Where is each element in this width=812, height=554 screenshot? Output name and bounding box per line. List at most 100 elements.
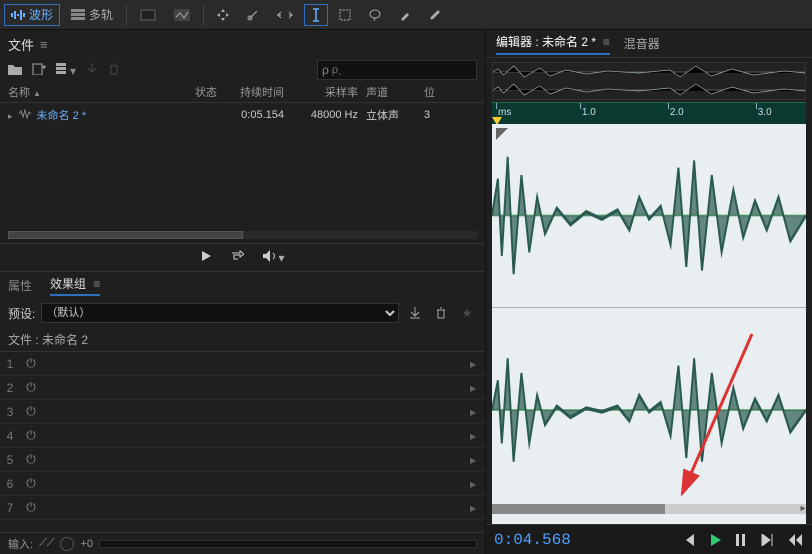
col-sample-rate[interactable]: 采样率	[292, 84, 366, 100]
go-start-button[interactable]	[682, 534, 696, 546]
scrollbar-thumb[interactable]	[492, 504, 665, 514]
autoplay-button[interactable]: ▾	[262, 250, 284, 265]
spectral-pitch-button[interactable]	[167, 4, 197, 26]
file-duration: 0:05.154	[226, 109, 292, 121]
fx-slot[interactable]: 4⏻▸	[0, 424, 485, 448]
col-bit-depth[interactable]: 位	[424, 84, 477, 100]
fx-slot-number: 5	[0, 453, 20, 467]
scroll-right-icon[interactable]: ▸	[798, 504, 806, 514]
marquee-tool-button[interactable]	[332, 4, 358, 26]
top-toolbar: 波形 多轨	[0, 0, 812, 30]
save-preset-icon[interactable]	[405, 303, 425, 323]
delete-preset-icon[interactable]	[431, 303, 451, 323]
power-icon[interactable]: ⏻	[20, 500, 42, 515]
go-end-button[interactable]	[760, 534, 774, 546]
move-icon	[217, 9, 229, 21]
gain-knob[interactable]	[60, 537, 74, 551]
waveform-display[interactable]: ◂ ▸	[492, 124, 806, 524]
razor-icon	[247, 9, 259, 21]
razor-tool-button[interactable]	[240, 4, 266, 26]
loop-button[interactable]	[230, 250, 244, 265]
input-label: 输入:	[8, 536, 33, 552]
file-row[interactable]: ▸未命名 2 * 0:05.154 48000 Hz 立体声 3	[8, 105, 477, 125]
favorite-preset-icon: ★	[457, 303, 477, 323]
fx-slot[interactable]: 1⏻ ▸	[0, 352, 485, 376]
brush-icon	[399, 9, 411, 21]
search-box[interactable]: ρ	[317, 60, 477, 80]
tab-editor-file: 未命名 2 *	[542, 35, 596, 49]
new-multitrack-icon[interactable]: ▾	[56, 63, 76, 78]
fx-slot[interactable]: 2⏻▸	[0, 376, 485, 400]
new-file-icon[interactable]	[32, 63, 46, 78]
search-icon: ρ	[322, 63, 329, 77]
scrollbar-thumb[interactable]	[8, 231, 243, 239]
multitrack-view-label: 多轨	[89, 6, 113, 23]
fx-slot[interactable]: 5⏻ ▸	[0, 448, 485, 472]
preset-row: 预设: （默认） ★	[0, 299, 485, 327]
chevron-right-icon[interactable]: ▸	[461, 381, 485, 395]
col-channels[interactable]: 声道	[366, 84, 424, 100]
main-area: 文件 ≡ ▾ ρ 名称 状态 持续时间 采样率 声道 位 ▸ 未命名 2 *	[0, 30, 812, 554]
chevron-right-icon[interactable]: ▸	[461, 477, 485, 491]
tab-effects-label: 效果组	[50, 277, 86, 291]
col-name[interactable]: 名称	[8, 84, 186, 100]
tab-editor[interactable]: 编辑器 : 未命名 2 * ≡	[496, 33, 610, 55]
pause-button[interactable]	[736, 534, 746, 546]
editor-hscroll[interactable]: ◂ ▸	[492, 504, 806, 514]
col-status[interactable]: 状态	[186, 84, 226, 100]
power-icon[interactable]: ⏻	[20, 404, 42, 419]
preset-select[interactable]: （默认）	[41, 303, 399, 323]
multitrack-view-button[interactable]: 多轨	[64, 4, 120, 26]
slip-tool-button[interactable]	[270, 4, 300, 26]
power-icon[interactable]: ⏻	[20, 428, 42, 443]
tab-properties[interactable]: 属性	[8, 277, 32, 294]
pitch-icon	[174, 9, 190, 21]
fx-slot[interactable]: 7⏻ ▸	[0, 496, 485, 520]
fx-slot-number: 1	[0, 357, 20, 371]
waveform-view-label: 波形	[29, 6, 53, 23]
ibeam-icon	[311, 8, 321, 22]
fx-slot-number: 7	[0, 501, 20, 515]
transport-bar: 0:04.568	[486, 524, 812, 554]
files-panel-title: 文件	[8, 35, 34, 54]
play-button[interactable]	[200, 250, 212, 265]
tab-mixer[interactable]: 混音器	[624, 35, 660, 52]
marquee-icon	[339, 9, 351, 21]
fx-slot[interactable]: 3⏻▸	[0, 400, 485, 424]
time-select-tool-button[interactable]	[304, 4, 328, 26]
chevron-right-icon[interactable]: ▸	[461, 405, 485, 419]
play-button[interactable]	[710, 533, 722, 547]
chevron-right-icon[interactable]: ▸	[461, 453, 485, 467]
fx-slot[interactable]: 6⏻ ▸	[0, 472, 485, 496]
move-tool-button[interactable]	[210, 4, 236, 26]
time-ruler[interactable]: ms 1.0 2.0 3.0	[492, 102, 806, 124]
panel-menu-icon[interactable]: ≡	[93, 277, 100, 291]
heal-tool-button[interactable]	[422, 4, 448, 26]
open-file-icon[interactable]	[8, 63, 22, 78]
brush-tool-button[interactable]	[392, 4, 418, 26]
chevron-right-icon[interactable]: ▸	[461, 501, 485, 515]
power-icon[interactable]: ⏻	[20, 452, 42, 467]
panel-menu-icon[interactable]: ≡	[603, 35, 610, 49]
waveform-view-button[interactable]: 波形	[4, 4, 60, 26]
multitrack-icon	[71, 9, 85, 21]
power-icon[interactable]: ⏻	[20, 380, 42, 395]
lasso-tool-button[interactable]	[362, 4, 388, 26]
fx-slot-number: 6	[0, 477, 20, 491]
power-icon[interactable]: ⏻	[20, 476, 42, 491]
tab-effects[interactable]: 效果组 ≡	[50, 275, 100, 296]
search-input[interactable]	[332, 64, 472, 76]
col-duration[interactable]: 持续时间	[226, 84, 292, 100]
input-meter	[99, 540, 477, 548]
rewind-button[interactable]	[788, 534, 804, 546]
input-row: 输入: ⟋⟋ +0	[0, 532, 485, 554]
trash-icon	[108, 63, 120, 78]
chevron-right-icon[interactable]: ▸	[461, 429, 485, 443]
chevron-right-icon[interactable]: ▸	[461, 357, 485, 371]
expand-icon[interactable]: ▸	[8, 111, 13, 121]
spectral-freq-button[interactable]	[133, 4, 163, 26]
file-list-hscroll[interactable]	[8, 231, 477, 239]
panel-menu-icon[interactable]: ≡	[40, 37, 48, 52]
overview-waveform[interactable]	[492, 62, 806, 100]
power-icon[interactable]: ⏻	[20, 356, 42, 371]
